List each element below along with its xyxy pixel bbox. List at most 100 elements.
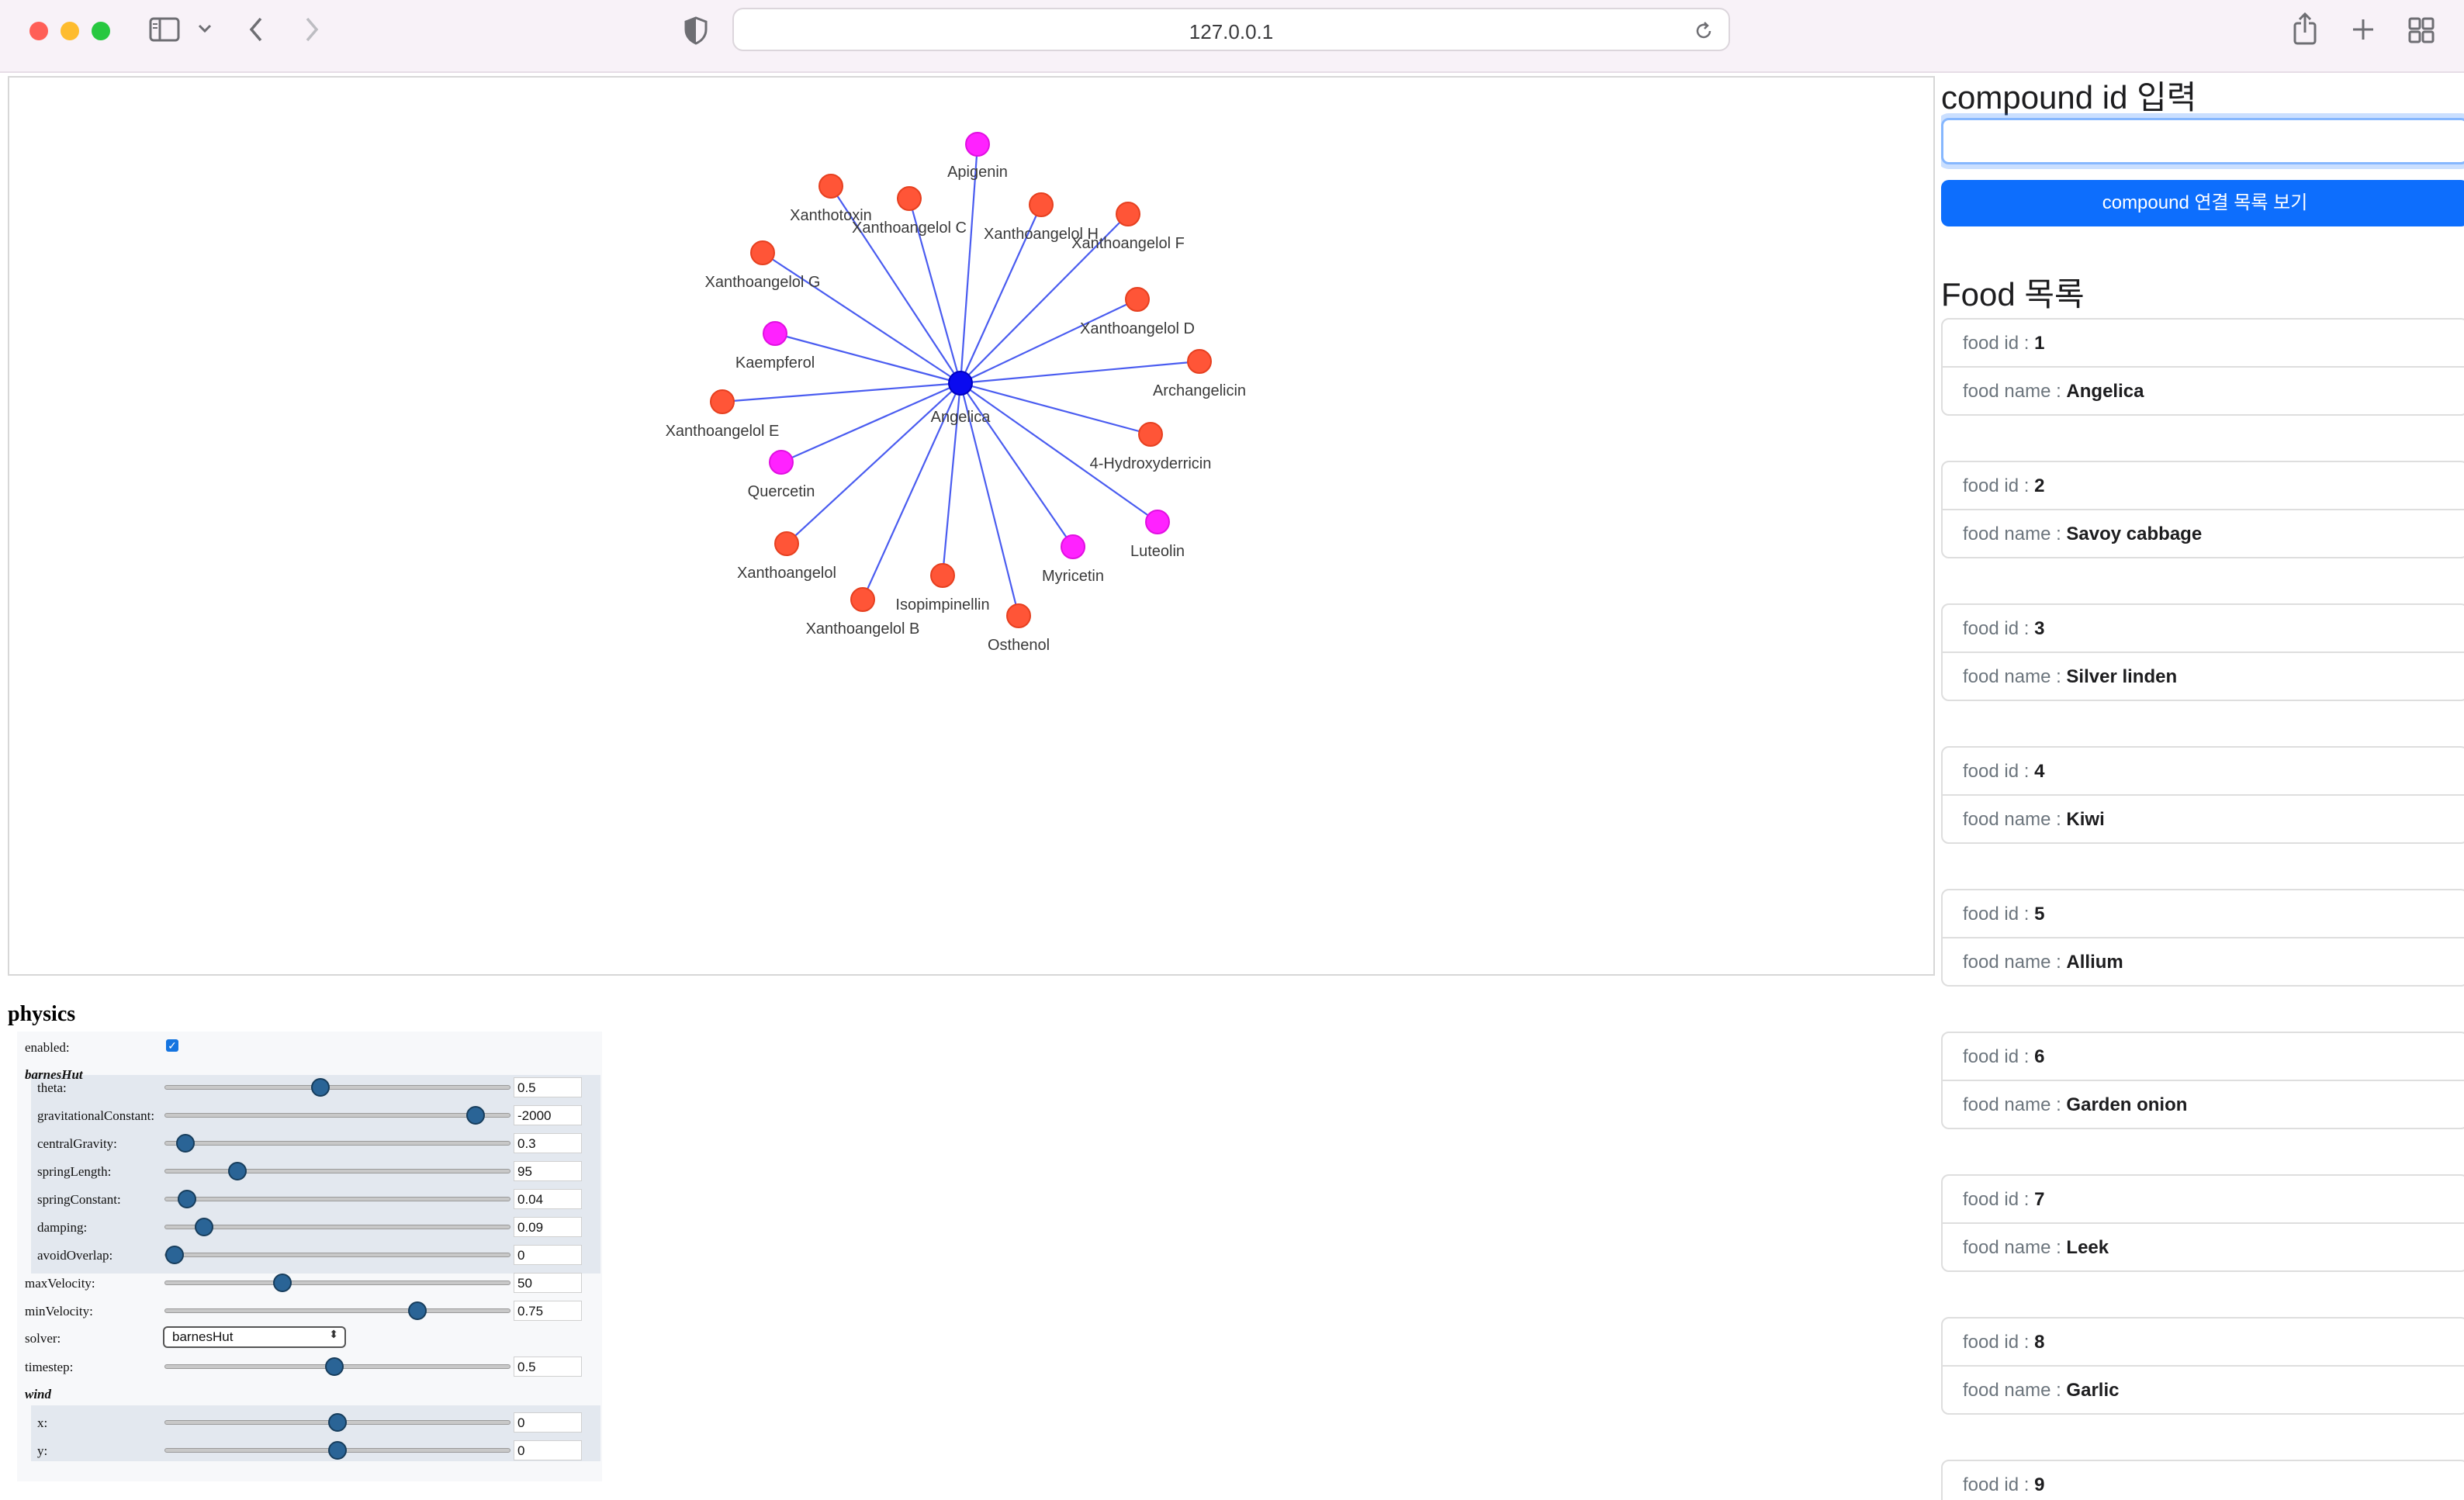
physics-param-6-slider-track[interactable] bbox=[164, 1253, 510, 1257]
network-graph-canvas[interactable]: ApigeninXanthoangelol HXanthoangelol FXa… bbox=[9, 78, 1933, 974]
graph-node[interactable] bbox=[818, 174, 843, 199]
graph-node[interactable] bbox=[1125, 287, 1150, 312]
physics-param-4-value-input[interactable]: 0.04 bbox=[514, 1189, 582, 1209]
physics-param-4-slider-thumb[interactable] bbox=[177, 1190, 196, 1208]
graph-node[interactable] bbox=[930, 563, 955, 588]
graph-node-label: Archangelicin bbox=[1153, 382, 1246, 399]
graph-node[interactable] bbox=[750, 240, 775, 265]
food-card[interactable]: food id : 9food name : bbox=[1941, 1460, 2464, 1500]
physics-param-0-slider-track[interactable] bbox=[164, 1085, 510, 1090]
food-card[interactable]: food id : 7 food name : Leek bbox=[1941, 1174, 2464, 1272]
physics-param-3-slider-track[interactable] bbox=[164, 1169, 510, 1173]
food-id-row: food id : 5 bbox=[1943, 890, 2464, 938]
wind-x-slider-thumb[interactable] bbox=[328, 1413, 347, 1432]
physics-param-2-value-input[interactable]: 0.3 bbox=[514, 1133, 582, 1153]
physics-param-3-value-input[interactable]: 95 bbox=[514, 1161, 582, 1181]
food-id-value: 3 bbox=[2034, 618, 2045, 639]
close-window-button[interactable] bbox=[29, 22, 48, 40]
graph-node[interactable] bbox=[850, 587, 875, 612]
graph-node-label: Xanthoangelol bbox=[737, 565, 836, 582]
physics-param-7-value-input[interactable]: 50 bbox=[514, 1273, 582, 1293]
compound-heading: compound id 입력 bbox=[1941, 79, 2197, 116]
address-bar[interactable]: 127.0.0.1 bbox=[732, 8, 1730, 51]
food-name-label: food name : bbox=[1963, 666, 2067, 687]
food-name-label: food name : bbox=[1963, 381, 2067, 402]
forward-arrow-icon[interactable] bbox=[303, 16, 321, 43]
minimize-window-button[interactable] bbox=[61, 22, 79, 40]
show-compound-links-button[interactable]: compound 연결 목록 보기 bbox=[1941, 180, 2464, 226]
new-tab-icon[interactable] bbox=[2351, 17, 2376, 42]
graph-edge bbox=[786, 382, 961, 544]
graph-node[interactable] bbox=[1116, 202, 1140, 226]
reload-icon[interactable] bbox=[1693, 20, 1715, 42]
food-card[interactable]: food id : 8 food name : Garlic bbox=[1941, 1317, 2464, 1415]
physics-param-6-value-input[interactable]: 0 bbox=[514, 1245, 582, 1265]
food-name-row: food name : Angelica bbox=[1943, 368, 2464, 416]
graph-node-label: 4-Hydroxyderricin bbox=[1090, 455, 1212, 472]
graph-node[interactable] bbox=[1187, 349, 1212, 374]
food-name-value: Allium bbox=[2066, 952, 2123, 973]
privacy-shield-icon[interactable] bbox=[683, 16, 709, 45]
graph-node[interactable] bbox=[897, 186, 922, 211]
physics-param-2-slider-thumb[interactable] bbox=[175, 1134, 195, 1153]
physics-param-7-slider-track[interactable] bbox=[164, 1281, 510, 1285]
physics-param-3-slider-thumb[interactable] bbox=[227, 1162, 247, 1180]
physics-param-8-slider-track[interactable] bbox=[164, 1308, 510, 1313]
enabled-checkbox[interactable]: ✓ bbox=[166, 1039, 178, 1052]
chevron-down-icon[interactable] bbox=[197, 23, 213, 34]
food-card[interactable]: food id : 4 food name : Kiwi bbox=[1941, 746, 2464, 844]
network-graph-panel[interactable]: Apigenin Xanthoangelol H Xanthoangelol F Xa… bbox=[8, 76, 1935, 976]
physics-param-4-slider-track[interactable] bbox=[164, 1197, 510, 1201]
physics-param-5-slider-track[interactable] bbox=[164, 1225, 510, 1229]
physics-param-5-value-input[interactable]: 0.09 bbox=[514, 1217, 582, 1237]
graph-node[interactable] bbox=[769, 450, 794, 475]
physics-param-0-value-input[interactable]: 0.5 bbox=[514, 1077, 582, 1097]
tab-overview-icon[interactable] bbox=[2408, 17, 2435, 43]
food-id-row: food id : 7 bbox=[1943, 1176, 2464, 1224]
graph-node-label: Xanthoangelol D bbox=[1080, 320, 1195, 337]
food-card[interactable]: food id : 1 food name : Angelica bbox=[1941, 318, 2464, 416]
share-icon[interactable] bbox=[2292, 12, 2318, 47]
food-card[interactable]: food id : 5 food name : Allium bbox=[1941, 889, 2464, 987]
graph-node-label: Osthenol bbox=[988, 637, 1050, 654]
food-name-value: Angelica bbox=[2066, 381, 2144, 402]
physics-param-7-slider-thumb[interactable] bbox=[272, 1274, 292, 1292]
graph-node[interactable] bbox=[1029, 192, 1054, 217]
food-id-row: food id : 8 bbox=[1943, 1319, 2464, 1367]
food-name-value: Kiwi bbox=[2066, 809, 2105, 830]
physics-param-8-slider-thumb[interactable] bbox=[407, 1301, 427, 1320]
food-card[interactable]: food id : 2 food name : Savoy cabbage bbox=[1941, 461, 2464, 558]
food-card[interactable]: food id : 6 food name : Garden onion bbox=[1941, 1032, 2464, 1129]
physics-title: physics bbox=[8, 1002, 76, 1026]
graph-node[interactable] bbox=[1006, 603, 1031, 628]
physics-param-2-slider-track[interactable] bbox=[164, 1141, 510, 1146]
physics-param-1-slider-track[interactable] bbox=[164, 1113, 510, 1118]
food-name-value: Garden onion bbox=[2066, 1094, 2188, 1115]
graph-node[interactable] bbox=[710, 389, 735, 414]
graph-node[interactable] bbox=[1061, 534, 1085, 559]
timestep-slider-thumb[interactable] bbox=[324, 1357, 344, 1376]
back-arrow-icon[interactable] bbox=[247, 16, 265, 43]
food-card[interactable]: food id : 3 food name : Silver linden bbox=[1941, 603, 2464, 701]
solver-select[interactable]: barnesHut ⬍ bbox=[163, 1326, 346, 1348]
physics-param-6-label: avoidOverlap: bbox=[37, 1248, 113, 1263]
physics-param-8-value-input[interactable]: 0.75 bbox=[514, 1301, 582, 1321]
graph-node[interactable] bbox=[774, 531, 799, 556]
graph-node[interactable] bbox=[1138, 422, 1163, 447]
compound-id-input[interactable] bbox=[1941, 118, 2464, 164]
graph-node[interactable] bbox=[763, 321, 787, 346]
wind-y-slider-thumb[interactable] bbox=[328, 1441, 347, 1460]
graph-node[interactable] bbox=[965, 132, 990, 157]
physics-param-0-slider-thumb[interactable] bbox=[310, 1078, 330, 1097]
graph-node[interactable] bbox=[1145, 510, 1170, 534]
physics-param-1-value-input[interactable]: -2000 bbox=[514, 1105, 582, 1125]
wind-y-value-input[interactable]: 0 bbox=[514, 1440, 582, 1460]
zoom-window-button[interactable] bbox=[92, 22, 110, 40]
food-name-label: food name : bbox=[1963, 524, 2067, 544]
sidebar-toggle-icon[interactable] bbox=[149, 17, 180, 42]
timestep-value-input[interactable]: 0.5 bbox=[514, 1357, 582, 1377]
food-name-row: food name : Leek bbox=[1943, 1224, 2464, 1272]
graph-center-node[interactable] bbox=[948, 371, 973, 396]
wind-x-value-input[interactable]: 0 bbox=[514, 1412, 582, 1433]
food-id-value: 8 bbox=[2034, 1332, 2045, 1353]
